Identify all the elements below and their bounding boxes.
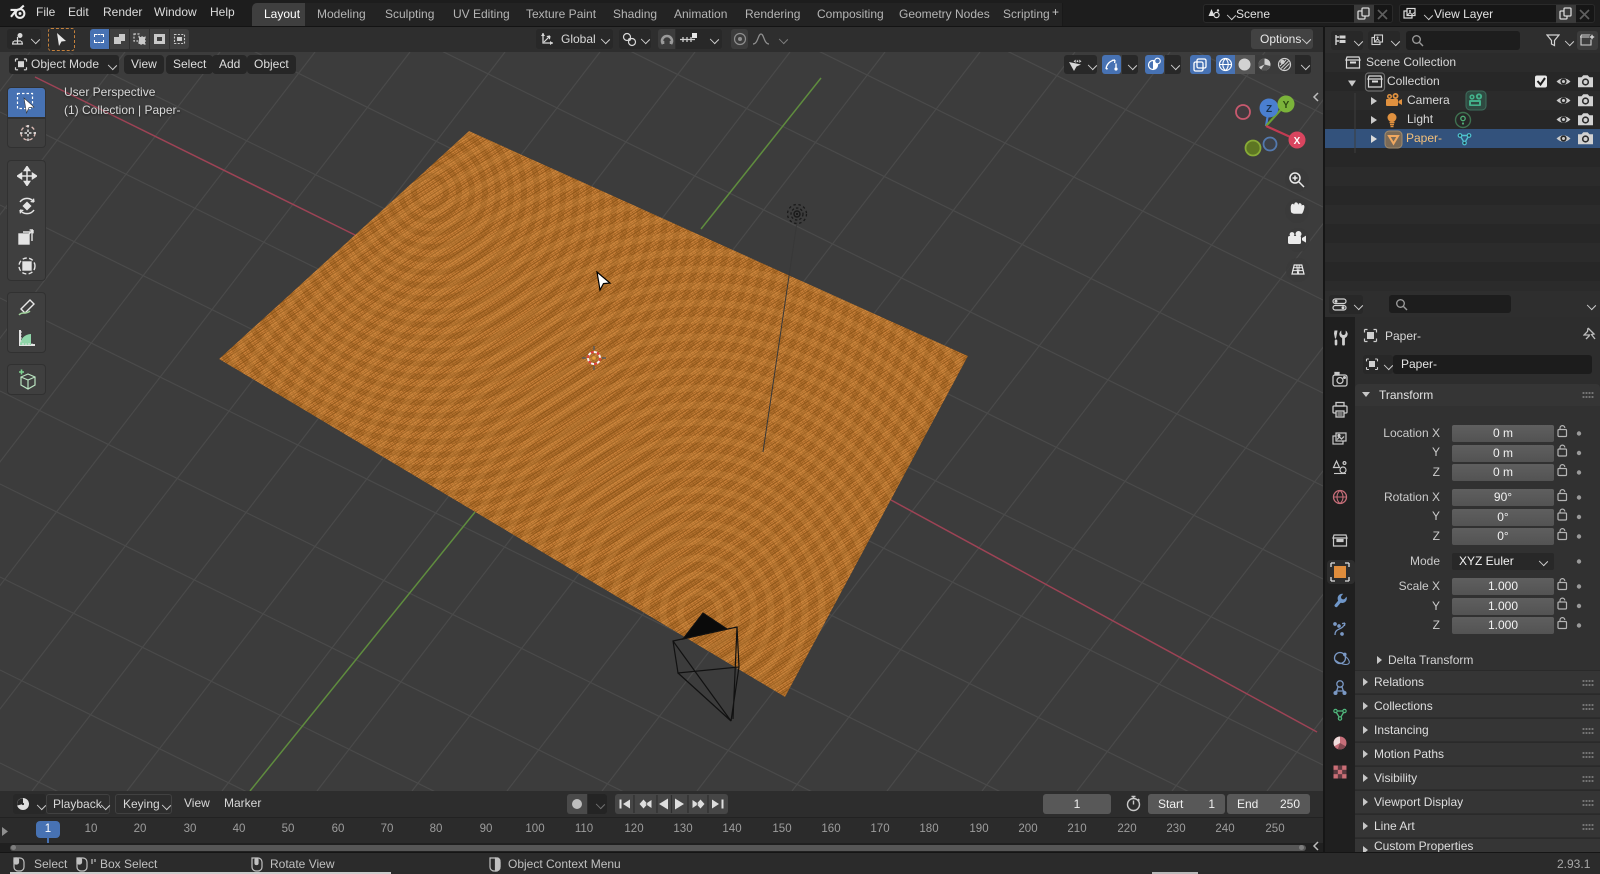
svg-text:Z: Z xyxy=(1266,104,1272,115)
svg-text:X: X xyxy=(1294,136,1301,147)
svg-text:Y: Y xyxy=(1283,100,1290,111)
